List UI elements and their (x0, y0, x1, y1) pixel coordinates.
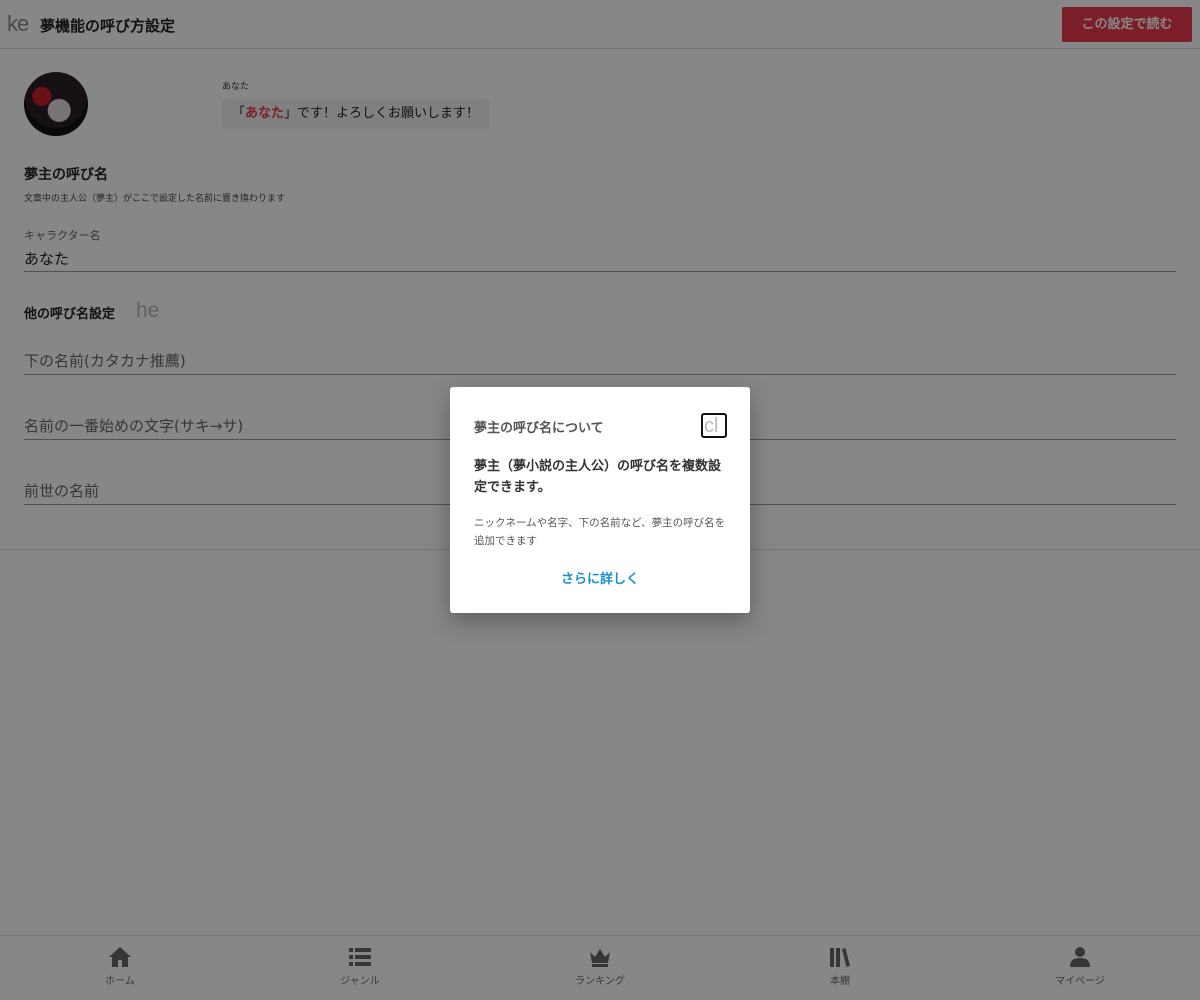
close-icon[interactable]: cl (701, 413, 727, 438)
modal-title: 夢主の呼び名について (474, 421, 604, 436)
learn-more-link[interactable]: さらに詳しく (450, 568, 750, 587)
modal-body-text: ニックネームや名字、下の名前など、夢主の呼び名を追加できます (474, 517, 726, 547)
info-modal: 夢主の呼び名について cl 夢主（夢小説の主人公）の呼び名を複数設定できます。 … (450, 387, 750, 613)
modal-lead-text: 夢主（夢小説の主人公）の呼び名を複数設定できます。 (474, 459, 722, 495)
